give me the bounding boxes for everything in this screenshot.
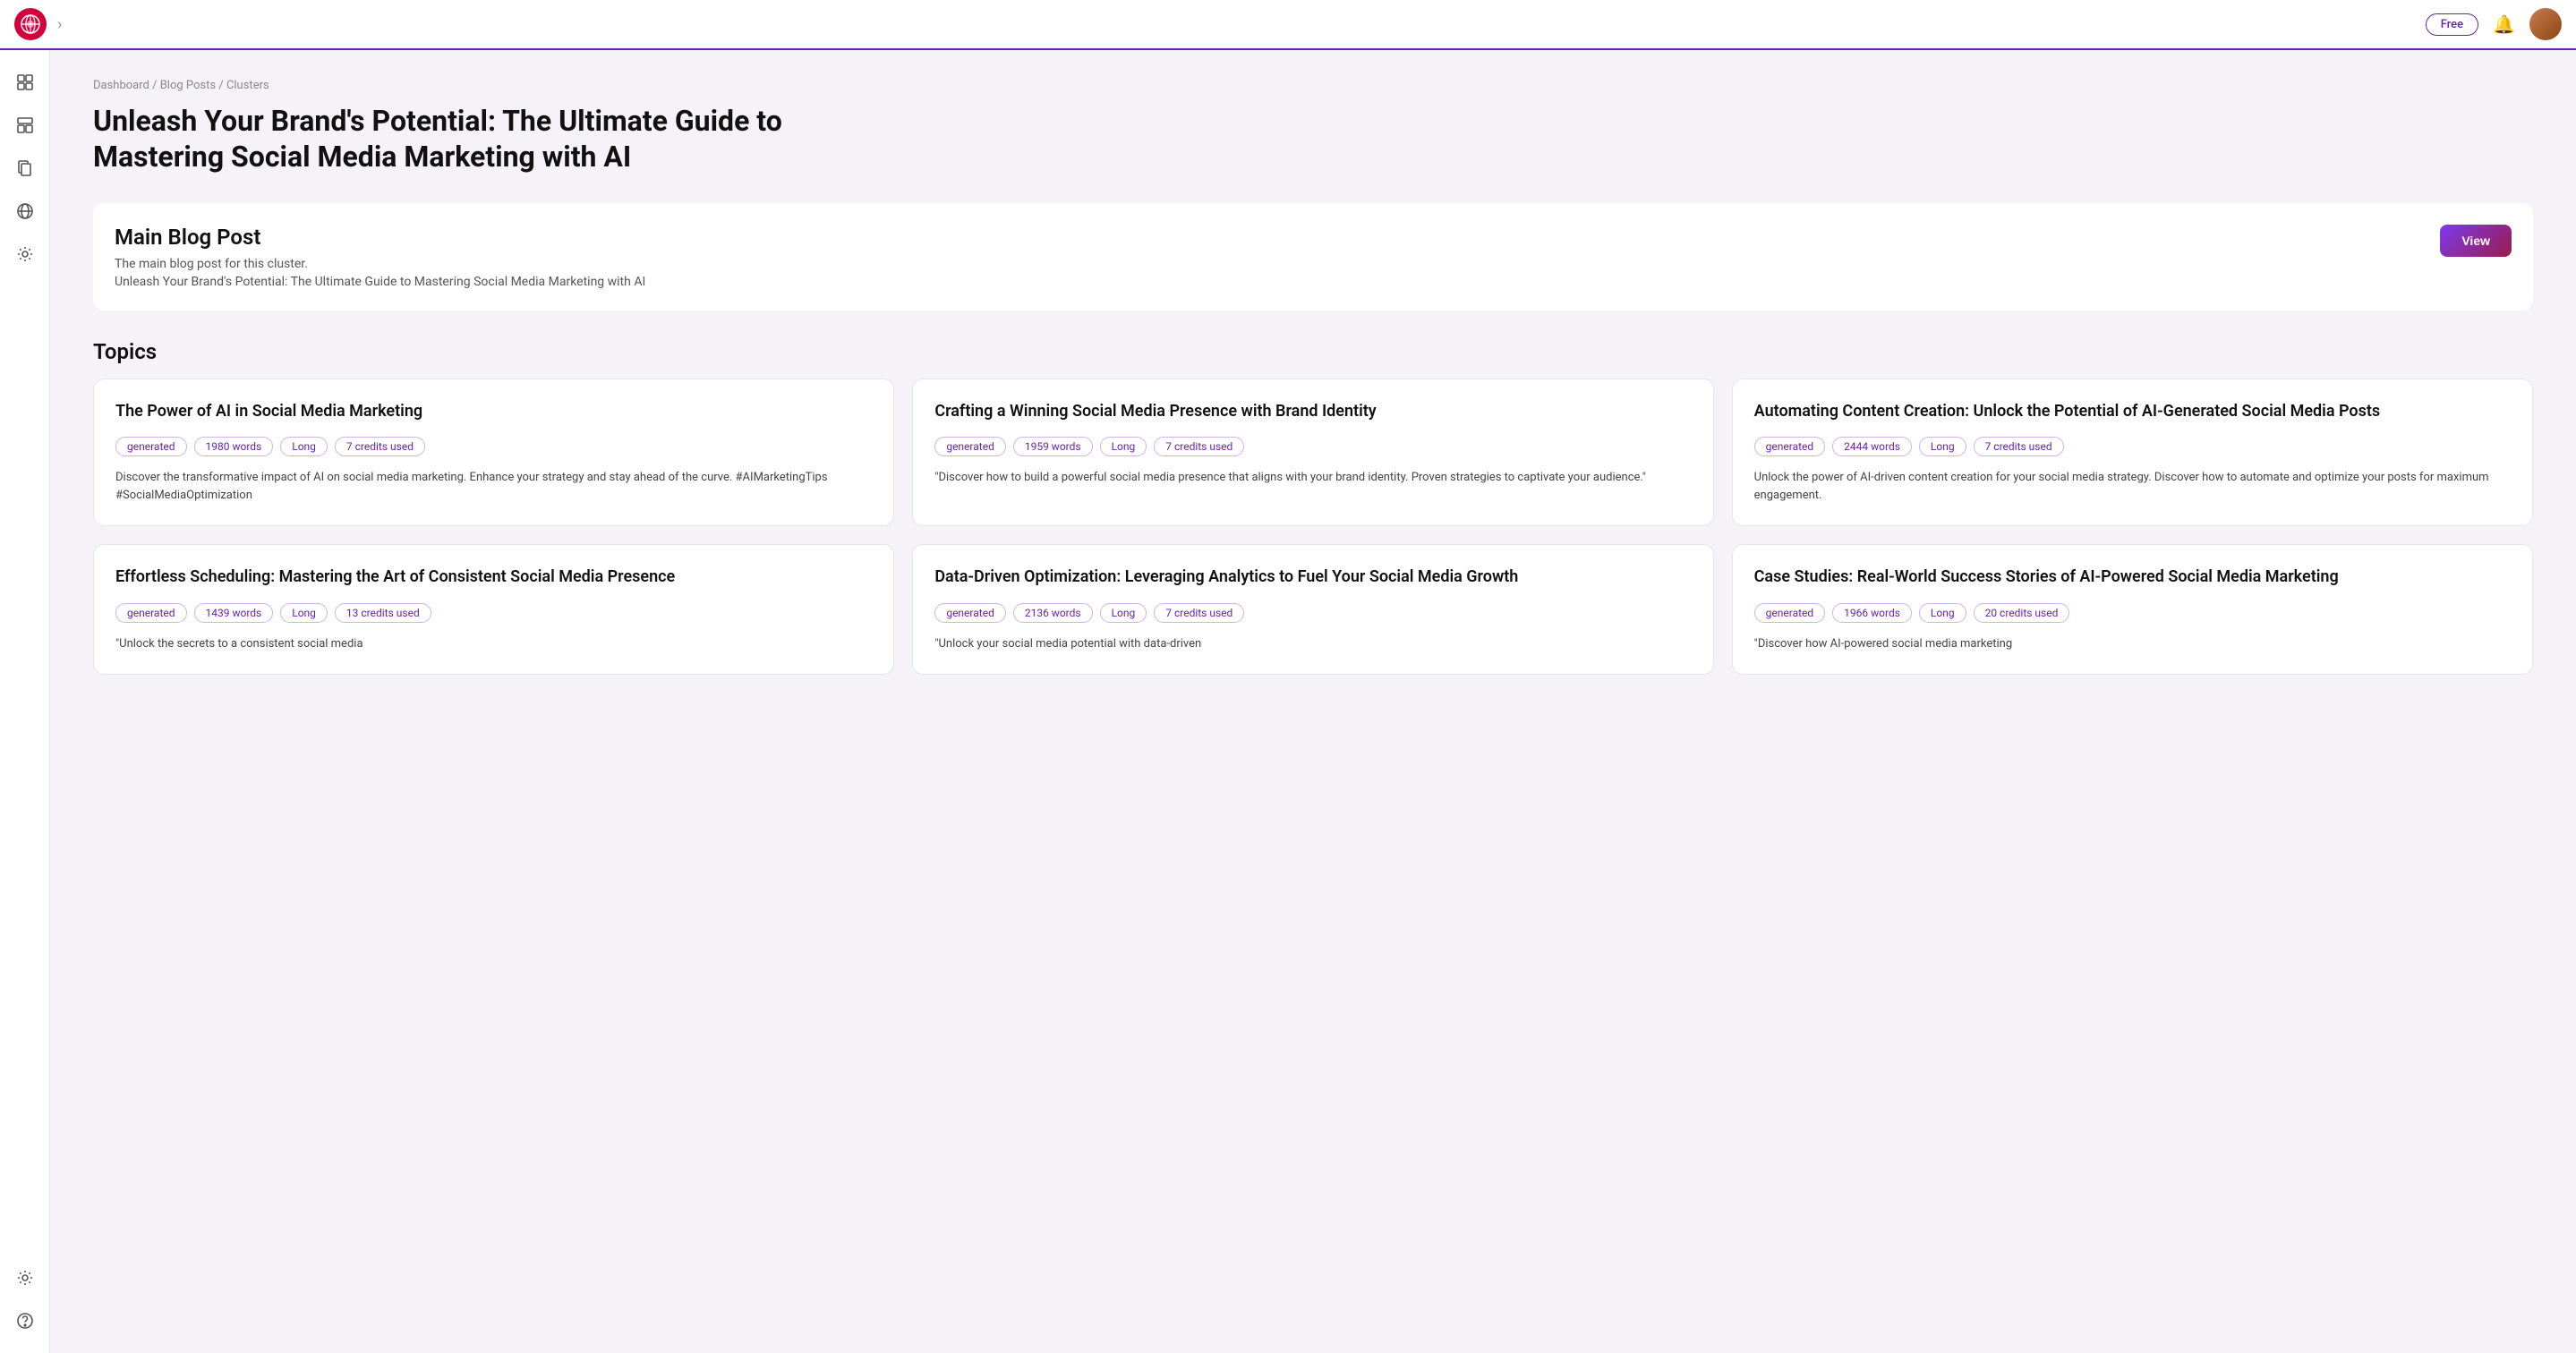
- topic-tag: 1966 words: [1832, 603, 1912, 623]
- topic-card: Effortless Scheduling: Mastering the Art…: [93, 544, 894, 675]
- sidebar-item-settings[interactable]: [7, 1260, 43, 1296]
- topbar-left: ›: [14, 8, 62, 40]
- topic-description: Discover the transformative impact of AI…: [115, 469, 872, 504]
- main-blog-section: Main Blog Post The main blog post for th…: [93, 203, 2533, 311]
- topic-tag: 7 credits used: [1154, 437, 1244, 456]
- topic-tag: Long: [1919, 437, 1966, 456]
- sidebar-item-templates[interactable]: [7, 107, 43, 143]
- topic-tag: Long: [1100, 603, 1147, 623]
- topic-card-title: The Power of AI in Social Media Marketin…: [115, 401, 872, 422]
- topic-tag: 1439 words: [194, 603, 274, 623]
- topic-tag: 7 credits used: [1974, 437, 2064, 456]
- topic-tags: generated 2444 words Long 7 credits used: [1754, 437, 2511, 456]
- topic-card-title: Automating Content Creation: Unlock the …: [1754, 401, 2511, 422]
- sidebar-item-documents[interactable]: [7, 150, 43, 186]
- topic-tag: Long: [1100, 437, 1147, 456]
- topic-tags: generated 1439 words Long 13 credits used: [115, 603, 872, 623]
- topics-grid: The Power of AI in Social Media Marketin…: [93, 379, 2533, 675]
- topic-tags: generated 1959 words Long 7 credits used: [934, 437, 1691, 456]
- topic-tag: 1959 words: [1013, 437, 1093, 456]
- sidebar-item-tools[interactable]: [7, 236, 43, 272]
- topic-card: The Power of AI in Social Media Marketin…: [93, 379, 894, 526]
- topic-tag: Long: [280, 437, 328, 456]
- topbar: › Free 🔔: [0, 0, 2576, 50]
- free-badge[interactable]: Free: [2426, 13, 2478, 36]
- sidebar-bottom: [7, 1260, 43, 1339]
- breadcrumb-sep2: /: [218, 79, 226, 92]
- topic-description: "Discover how AI-powered social media ma…: [1754, 635, 2511, 653]
- main-blog-description: The main blog post for this cluster.: [115, 257, 2512, 271]
- sidebar-toggle[interactable]: ›: [57, 15, 62, 34]
- breadcrumb-clusters[interactable]: Clusters: [226, 79, 269, 92]
- bell-icon[interactable]: 🔔: [2493, 13, 2515, 35]
- topic-card: Crafting a Winning Social Media Presence…: [912, 379, 1713, 526]
- topic-tag: generated: [934, 603, 1006, 623]
- topic-tag: generated: [115, 603, 187, 623]
- page-title: Unleash Your Brand's Potential: The Ulti…: [93, 103, 791, 174]
- topics-header: Topics: [93, 339, 2533, 364]
- avatar[interactable]: [2529, 8, 2562, 40]
- topic-tag: 13 credits used: [335, 603, 431, 623]
- topic-tag: 2136 words: [1013, 603, 1093, 623]
- topic-tags: generated 1980 words Long 7 credits used: [115, 437, 872, 456]
- topic-description: "Discover how to build a powerful social…: [934, 469, 1691, 487]
- topbar-right: Free 🔔: [2426, 8, 2562, 40]
- sidebar-item-help[interactable]: [7, 1303, 43, 1339]
- main-content: Dashboard / Blog Posts / Clusters Unleas…: [50, 50, 2576, 1353]
- breadcrumb-blog-posts[interactable]: Blog Posts: [160, 79, 216, 92]
- topic-tag: 7 credits used: [1154, 603, 1244, 623]
- topic-tags: generated 2136 words Long 7 credits used: [934, 603, 1691, 623]
- topic-tag: 7 credits used: [335, 437, 425, 456]
- topic-tag: 2444 words: [1832, 437, 1912, 456]
- breadcrumb-dashboard[interactable]: Dashboard: [93, 79, 149, 92]
- view-button[interactable]: View: [2440, 225, 2512, 257]
- topic-card-title: Data-Driven Optimization: Leveraging Ana…: [934, 566, 1691, 588]
- topic-tag: Long: [1919, 603, 1966, 623]
- topic-description: Unlock the power of AI-driven content cr…: [1754, 469, 2511, 504]
- topic-card: Automating Content Creation: Unlock the …: [1732, 379, 2533, 526]
- topic-description: "Unlock your social media potential with…: [934, 635, 1691, 653]
- topic-description: "Unlock the secrets to a consistent soci…: [115, 635, 872, 653]
- topic-card-title: Effortless Scheduling: Mastering the Art…: [115, 566, 872, 588]
- main-blog-link[interactable]: Unleash Your Brand's Potential: The Ulti…: [115, 275, 2512, 289]
- sidebar-item-dashboard[interactable]: [7, 64, 43, 100]
- breadcrumb-sep1: /: [152, 79, 160, 92]
- logo-icon[interactable]: [14, 8, 47, 40]
- breadcrumb: Dashboard / Blog Posts / Clusters: [93, 79, 2533, 92]
- topic-card: Case Studies: Real-World Success Stories…: [1732, 544, 2533, 675]
- topic-tag: generated: [1754, 437, 1826, 456]
- main-blog-title: Main Blog Post: [115, 225, 2512, 250]
- topic-tag: Long: [280, 603, 328, 623]
- sidebar-item-globe[interactable]: [7, 193, 43, 229]
- topic-tag: 20 credits used: [1974, 603, 2070, 623]
- topic-tags: generated 1966 words Long 20 credits used: [1754, 603, 2511, 623]
- topic-tag: generated: [934, 437, 1006, 456]
- topic-card: Data-Driven Optimization: Leveraging Ana…: [912, 544, 1713, 675]
- topic-tag: generated: [1754, 603, 1826, 623]
- sidebar: [0, 50, 50, 1353]
- topic-card-title: Crafting a Winning Social Media Presence…: [934, 401, 1691, 422]
- topic-tag: 1980 words: [194, 437, 274, 456]
- topic-card-title: Case Studies: Real-World Success Stories…: [1754, 566, 2511, 588]
- topic-tag: generated: [115, 437, 187, 456]
